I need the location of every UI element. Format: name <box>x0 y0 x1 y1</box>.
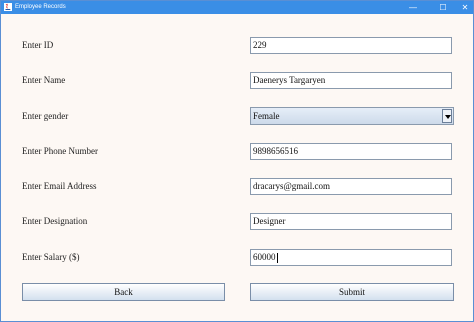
submit-button[interactable]: Submit <box>250 283 454 301</box>
back-button[interactable]: Back <box>22 283 225 301</box>
window-title: Employee Records <box>15 4 66 10</box>
salary-field[interactable]: 60000 <box>250 249 452 266</box>
minimize-button[interactable]: — <box>401 1 425 14</box>
salary-value: 60000 <box>253 252 276 262</box>
title-bar[interactable]: Employee Records — ☐ ✕ <box>1 1 473 14</box>
dropdown-arrow-icon[interactable] <box>442 109 452 123</box>
close-button[interactable]: ✕ <box>453 1 474 14</box>
text-cursor <box>276 252 278 263</box>
id-label: Enter ID <box>22 40 54 50</box>
gender-select[interactable]: Female <box>250 107 454 125</box>
salary-label: Enter Salary ($) <box>22 252 80 262</box>
gender-label: Enter gender <box>22 111 69 121</box>
name-label: Enter Name <box>22 75 66 85</box>
phone-field[interactable]: 9898656516 <box>250 143 452 160</box>
maximize-button[interactable]: ☐ <box>431 1 455 14</box>
email-field[interactable]: dracarys@gmail.com <box>250 178 452 195</box>
designation-field[interactable]: Designer <box>250 213 452 230</box>
id-field[interactable]: 229 <box>250 37 452 54</box>
phone-label: Enter Phone Number <box>22 146 98 156</box>
gender-selected-value: Female <box>253 111 280 121</box>
name-field[interactable]: Daenerys Targaryen <box>250 72 452 89</box>
email-label: Enter Email Address <box>22 181 97 191</box>
designation-label: Enter Designation <box>22 216 88 226</box>
employee-records-window: Employee Records — ☐ ✕ Enter ID 229 Ente… <box>0 0 474 322</box>
java-app-icon <box>4 3 12 11</box>
